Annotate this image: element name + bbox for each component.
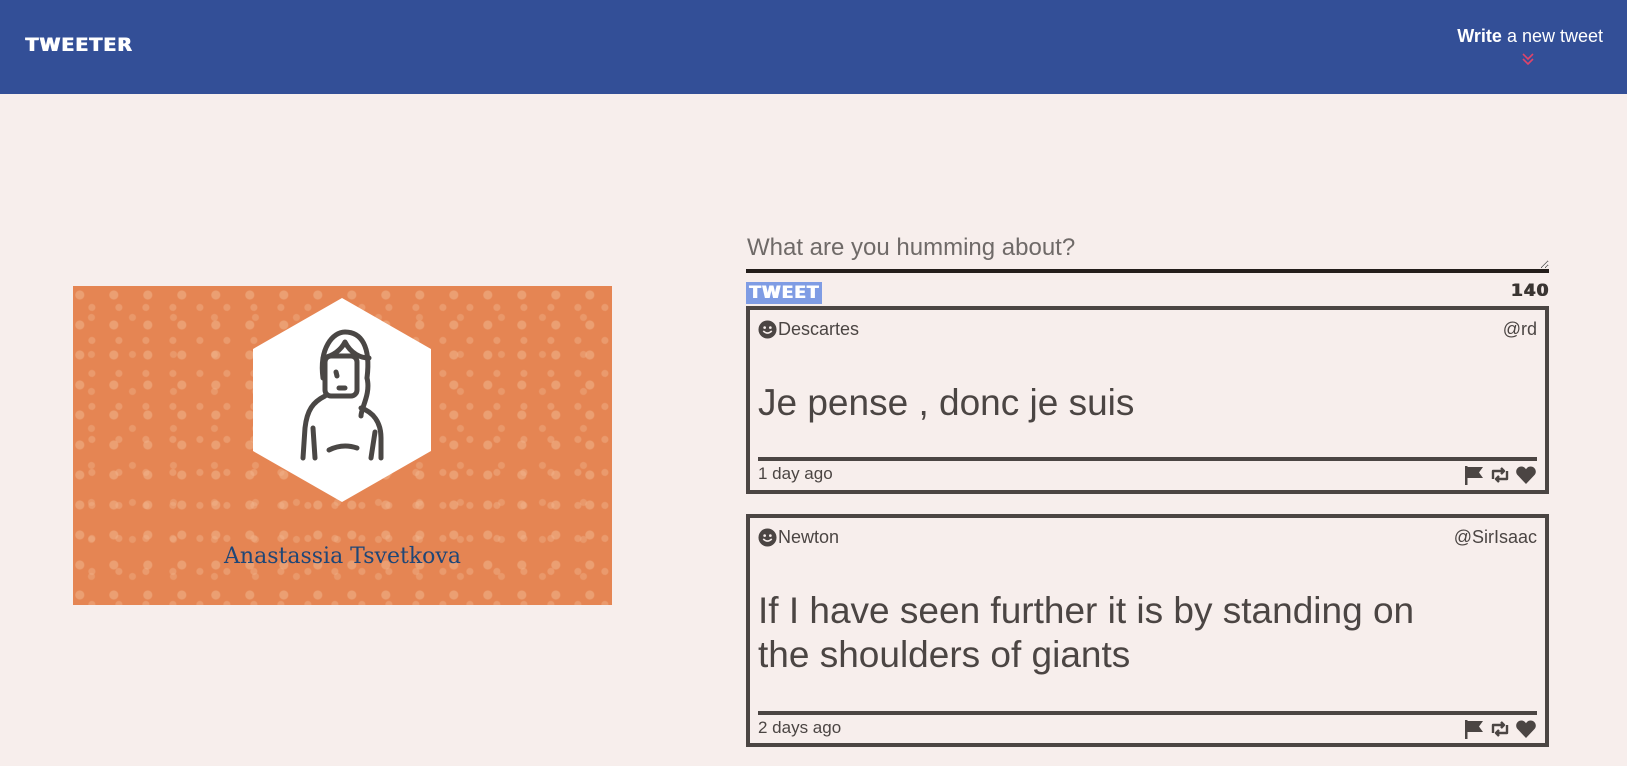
tweet-submit-button[interactable]: TWEET <box>746 282 822 304</box>
heart-icon[interactable] <box>1515 464 1537 486</box>
double-chevron-down-icon[interactable] <box>1521 52 1535 66</box>
tweet-timestamp: 1 day ago <box>758 464 833 483</box>
brand-logo[interactable]: TWEETER <box>25 34 132 56</box>
heart-icon[interactable] <box>1515 718 1537 740</box>
tweet-footer: 2 days ago <box>758 711 1537 743</box>
tweet-author: Newton <box>778 527 840 547</box>
tweet-header: Descartes @rd <box>758 319 1537 343</box>
tweet-actions <box>1463 718 1537 740</box>
tweet-footer: 1 day ago <box>758 457 1537 489</box>
retweet-icon[interactable] <box>1489 464 1511 486</box>
tweet-author: Descartes <box>778 319 860 339</box>
tweet-header: Newton @SirIsaac <box>758 527 1537 551</box>
tweet-handle: @rd <box>1502 319 1537 339</box>
compose-tweet-input[interactable] <box>746 225 1549 273</box>
flag-icon[interactable] <box>1463 718 1485 740</box>
profile-name: Anastassia Tsvetkova <box>224 544 461 569</box>
smiley-icon <box>758 320 777 339</box>
write-new-tweet-toggle[interactable]: Write a new tweet <box>1457 26 1603 66</box>
tweet-handle: @SirIsaac <box>1453 527 1537 547</box>
avatar <box>253 298 431 502</box>
profile-card: Anastassia Tsvetkova <box>73 286 612 605</box>
smiley-icon <box>758 528 777 547</box>
retweet-icon[interactable] <box>1489 718 1511 740</box>
compose-toggle-bold: Write <box>1457 26 1502 46</box>
tweet-card: Descartes @rd Je pense , donc je suis 1 … <box>746 306 1549 494</box>
top-nav: TWEETER Write a new tweet <box>0 0 1627 94</box>
char-counter: 140 <box>1510 281 1549 301</box>
flag-icon[interactable] <box>1463 464 1485 486</box>
compose-toggle-rest: a new tweet <box>1501 26 1603 46</box>
tweet-text: Je pense , donc je suis <box>758 382 1135 423</box>
tweet-text: If I have seen further it is by standing… <box>758 590 1415 675</box>
tweet-actions <box>1463 464 1537 486</box>
tweet-card: Newton @SirIsaac If I have seen further … <box>746 514 1549 747</box>
tweet-timestamp: 2 days ago <box>758 718 842 737</box>
